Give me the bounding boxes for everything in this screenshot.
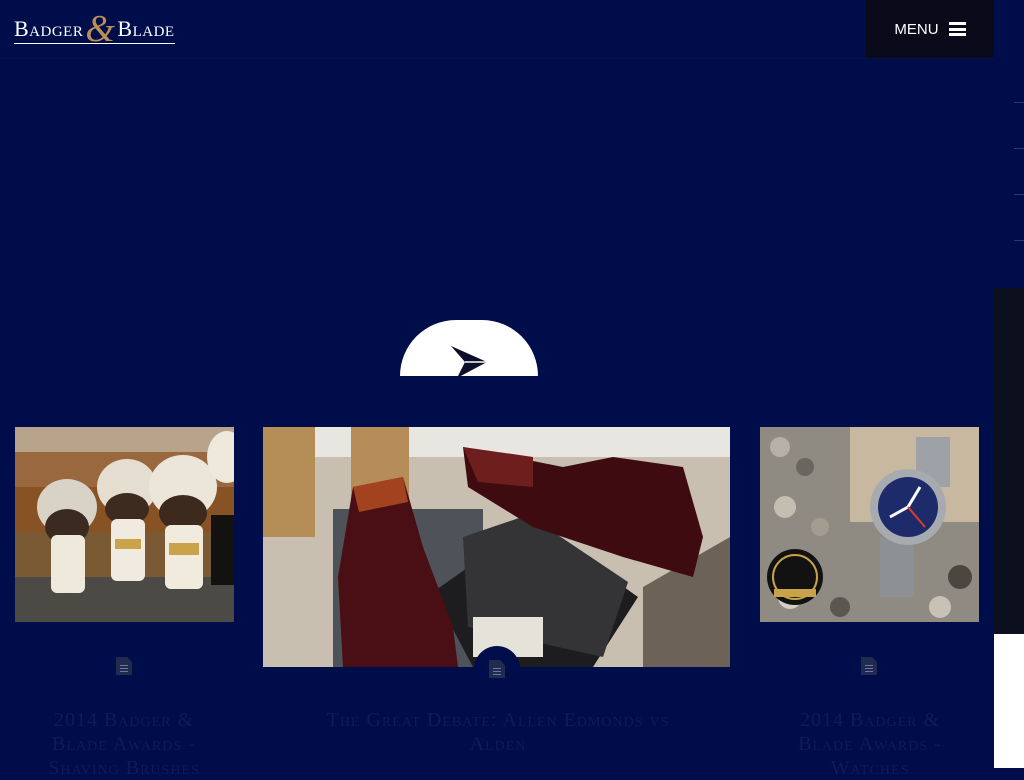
scroll-panel-light xyxy=(994,634,1024,768)
post-title-brushes[interactable]: 2014 Badger & Blade Awards - Shaving Bru… xyxy=(24,708,224,780)
post-image-watch[interactable] xyxy=(760,427,979,622)
menu-label: MENU xyxy=(894,20,939,38)
header-divider xyxy=(0,58,994,59)
logo-text-left: Badger xyxy=(14,16,84,41)
logo-underline xyxy=(14,43,175,44)
menu-button[interactable]: MENU xyxy=(866,0,994,58)
document-icon xyxy=(489,660,505,678)
post-title-boots[interactable]: The Great Debate: Allen Edmonds vs Alden xyxy=(300,708,696,756)
slider-next-button[interactable] xyxy=(400,320,538,376)
rail-tick xyxy=(1014,194,1024,195)
logo-text-right: Blade xyxy=(117,16,175,41)
rail-tick xyxy=(1014,240,1024,241)
rail-tick xyxy=(1014,148,1024,149)
post-type-badge xyxy=(474,646,520,692)
paper-plane-arrow-icon xyxy=(451,346,487,376)
scroll-panel[interactable] xyxy=(994,288,1024,634)
post-image-boots[interactable] xyxy=(263,427,730,667)
post-image-brushes[interactable] xyxy=(15,427,234,622)
hamburger-menu-icon xyxy=(948,22,966,36)
post-title-watches[interactable]: 2014 Badger & Blade Awards - Watches xyxy=(770,708,970,780)
rail-tick xyxy=(1014,102,1024,103)
document-icon xyxy=(861,657,877,675)
document-icon xyxy=(116,657,132,675)
site-logo[interactable]: Badger & Blade xyxy=(14,10,175,48)
